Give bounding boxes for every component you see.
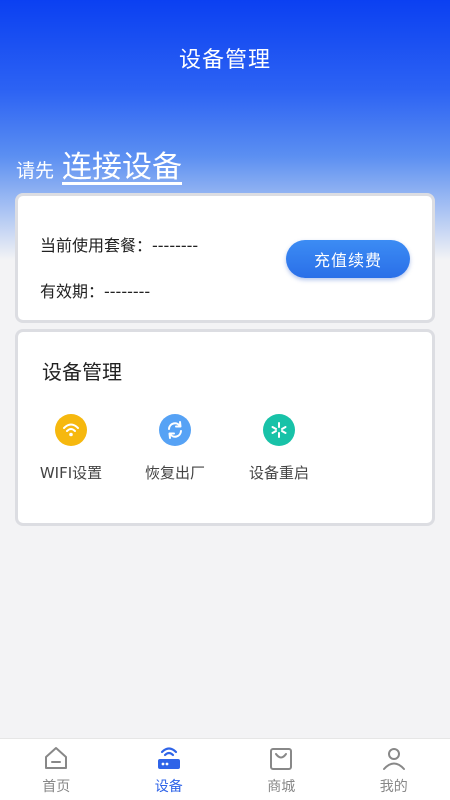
device-restart-button[interactable]: 设备重启: [234, 414, 324, 483]
connect-prompt: 请先 连接设备: [16, 142, 182, 186]
bottom-tab-bar: 首页 设备 商城 我的: [0, 738, 450, 800]
user-icon: [382, 747, 405, 770]
plan-card: 当前使用套餐：-------- 有效期：-------- 充值续费: [15, 193, 435, 323]
factory-reset-button[interactable]: 恢复出厂: [130, 414, 220, 483]
connect-prefix-text: 请先: [16, 160, 55, 182]
tab-home-label: 首页: [42, 778, 71, 795]
device-restart-label: 设备重启: [248, 464, 309, 482]
tab-device[interactable]: 设备: [113, 739, 226, 800]
tab-mall[interactable]: 商城: [225, 739, 338, 800]
tab-device-label: 设备: [154, 778, 183, 795]
tab-mine-label: 我的: [379, 778, 408, 795]
current-plan-text: 当前使用套餐：--------: [40, 236, 199, 255]
router-icon: [157, 746, 180, 769]
factory-reset-label: 恢复出厂: [144, 464, 205, 482]
wifi-settings-label: WIFI设置: [39, 464, 103, 482]
page-title: 设备管理: [178, 48, 271, 73]
tab-home[interactable]: 首页: [0, 739, 113, 800]
connect-device-link[interactable]: 连接设备: [62, 142, 182, 186]
tab-mall-label: 商城: [267, 778, 296, 795]
wifi-icon: [55, 414, 87, 446]
refresh-icon: [159, 414, 191, 446]
validity-text: 有效期：--------: [40, 282, 151, 301]
home-icon: [45, 746, 68, 769]
recharge-button[interactable]: 充值续费: [286, 240, 410, 278]
restart-icon: [263, 414, 295, 446]
tab-mine[interactable]: 我的: [338, 739, 450, 800]
wifi-settings-button[interactable]: WIFI设置: [26, 414, 116, 483]
device-manage-title: 设备管理: [42, 360, 122, 384]
device-manage-card: 设备管理 WIFI设置 恢复出厂 设备重启: [15, 329, 435, 526]
shopping-bag-icon: [270, 747, 293, 770]
device-management-screen: 设备管理 请先 连接设备 当前使用套餐：-------- 有效期：-------…: [0, 0, 450, 800]
